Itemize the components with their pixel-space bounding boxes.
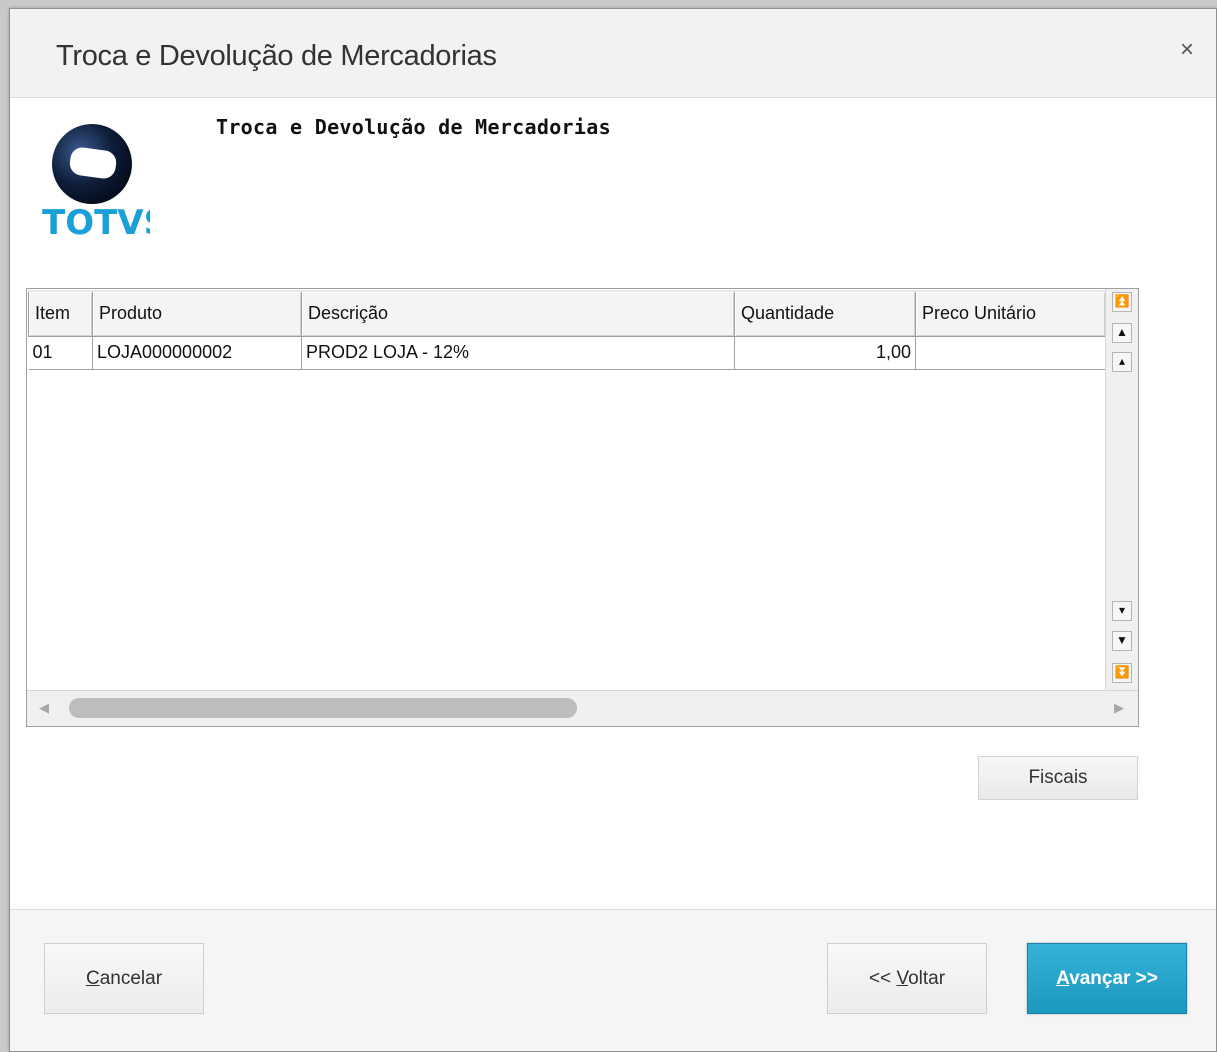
close-icon[interactable]: × bbox=[1176, 38, 1198, 62]
title-bar: Troca e Devolução de Mercadorias × bbox=[10, 9, 1216, 98]
horizontal-scroll-thumb[interactable] bbox=[69, 698, 577, 718]
next-hotkey: A bbox=[1056, 968, 1070, 989]
vertical-scrollbar[interactable]: ⏫ ▲ ▴ ▾ ▼ ⏬ bbox=[1105, 289, 1138, 690]
cell-produto[interactable]: LOJA000000002 bbox=[92, 336, 302, 370]
cancel-label: ancelar bbox=[99, 968, 163, 989]
fiscais-button[interactable]: Fiscais bbox=[978, 756, 1138, 800]
scroll-page-up-icon[interactable]: ▲ bbox=[1112, 323, 1132, 343]
column-header-descricao[interactable]: Descrição bbox=[301, 290, 735, 337]
scroll-down-icon[interactable]: ▾ bbox=[1112, 601, 1132, 621]
cancel-hotkey: C bbox=[85, 968, 100, 989]
scroll-to-top-icon[interactable]: ⏫ bbox=[1112, 292, 1132, 312]
footer-bar: Cancelar << Voltar Avançar >> bbox=[10, 909, 1216, 1051]
header-label: Troca e Devolução de Mercadorias bbox=[216, 115, 611, 139]
next-button[interactable]: Avançar >> bbox=[1027, 943, 1187, 1014]
cell-preco-unitario[interactable] bbox=[915, 336, 1106, 370]
cell-quantidade[interactable]: 1,00 bbox=[734, 336, 916, 370]
table-header-row: Item Produto Descrição Quantidade Preco … bbox=[28, 290, 1106, 337]
logo-text: TOTVS bbox=[42, 203, 150, 242]
cancel-button[interactable]: Cancelar bbox=[44, 943, 204, 1014]
scroll-page-down-icon[interactable]: ▼ bbox=[1112, 631, 1132, 651]
dialog-window: Troca e Devolução de Mercadorias × TOTVS… bbox=[9, 8, 1217, 1052]
back-label: oltar bbox=[908, 968, 946, 989]
column-header-produto[interactable]: Produto bbox=[92, 290, 302, 337]
cell-item[interactable]: 01 bbox=[28, 336, 93, 370]
items-table: Item Produto Descrição Quantidade Preco … bbox=[28, 290, 1106, 370]
items-grid: Item Produto Descrição Quantidade Preco … bbox=[26, 288, 1139, 727]
column-header-quantidade[interactable]: Quantidade bbox=[734, 290, 916, 337]
horizontal-scrollbar[interactable]: ◀ ▶ bbox=[27, 690, 1138, 726]
window-title: Troca e Devolução de Mercadorias bbox=[56, 40, 497, 72]
back-button[interactable]: << Voltar bbox=[827, 943, 987, 1014]
scroll-right-icon[interactable]: ▶ bbox=[1112, 699, 1126, 717]
column-header-preco-unitario[interactable]: Preco Unitário bbox=[915, 290, 1106, 337]
scroll-up-icon[interactable]: ▴ bbox=[1112, 352, 1132, 372]
next-label: vançar >> bbox=[1069, 968, 1158, 989]
cell-descricao[interactable]: PROD2 LOJA - 12% bbox=[301, 336, 735, 370]
scroll-to-bottom-icon[interactable]: ⏬ bbox=[1112, 663, 1132, 683]
scroll-left-icon[interactable]: ◀ bbox=[37, 699, 51, 717]
table-row[interactable]: 01 LOJA000000002 PROD2 LOJA - 12% 1,00 bbox=[28, 336, 1106, 370]
back-hotkey: V bbox=[896, 968, 909, 989]
totvs-logo: TOTVS bbox=[40, 122, 168, 243]
column-header-item[interactable]: Item bbox=[28, 290, 93, 337]
back-prefix: << bbox=[868, 968, 897, 989]
